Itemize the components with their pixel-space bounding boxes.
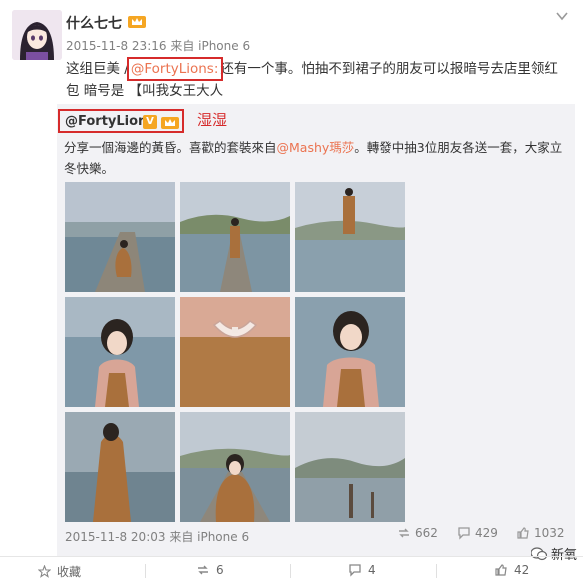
comment-icon — [349, 564, 361, 577]
mention-link[interactable]: @Mashy瑪莎 — [277, 140, 355, 155]
mention-link[interactable]: @FortyLions: — [126, 57, 223, 81]
favorite-button[interactable]: 收藏 — [38, 563, 81, 580]
handwritten-note: 湿湿 — [197, 111, 228, 129]
repost-text: 分享一個海邊的黃昏。喜歡的套裝來自@Mashy瑪莎。轉發中抽3位朋友各送一套，大… — [64, 137, 569, 179]
photo-thumbnail[interactable] — [65, 182, 175, 292]
repost-button[interactable]: 6 — [196, 563, 224, 577]
photo-thumbnail[interactable] — [65, 297, 175, 407]
like-count: 1032 — [534, 526, 565, 540]
comment-count: 429 — [475, 526, 498, 540]
favorite-label: 收藏 — [57, 565, 82, 579]
post-text-before: 这组巨美 / — [66, 61, 129, 77]
repost-meta: 2015-11-8 20:03 来自 iPhone 6 — [65, 530, 250, 544]
comment-count: 4 — [368, 563, 376, 577]
repost-count: 6 — [216, 563, 224, 577]
post-meta: 2015-11-8 23:16 来自 iPhone 6 — [66, 39, 251, 53]
repost-count-button[interactable]: 662 — [397, 526, 438, 540]
like-button[interactable]: 42 — [494, 563, 529, 577]
star-icon — [38, 565, 51, 578]
comment-count-button[interactable]: 429 — [457, 526, 498, 540]
divider — [145, 564, 146, 578]
photo-thumbnail[interactable] — [65, 412, 175, 522]
photo-thumbnail[interactable] — [295, 412, 405, 522]
repost-count: 662 — [415, 526, 438, 540]
member-badge-icon — [161, 115, 179, 129]
photo-thumbnail[interactable] — [180, 182, 290, 292]
chevron-down-icon[interactable] — [555, 8, 569, 22]
repost-text-before: 分享一個海邊的黃昏。喜歡的套裝來自 — [64, 140, 277, 155]
repost-card: @FortyLions V 湿湿 分享一個海邊的黃昏。喜歡的套裝來自@Mashy… — [57, 104, 575, 556]
divider — [436, 564, 437, 578]
divider — [290, 564, 291, 578]
weibo-post: 什么七七 2015-11-8 23:16 来自 iPhone 6 这组巨美 / @… — [0, 0, 583, 584]
author-name[interactable]: 什么七七 — [66, 13, 122, 33]
member-badge-icon — [128, 14, 146, 28]
action-bar: 收藏 6 4 42 — [0, 556, 583, 584]
comment-icon — [458, 527, 470, 540]
like-count: 42 — [514, 563, 530, 577]
thumbs-up-icon — [495, 564, 507, 576]
photo-thumbnail[interactable] — [180, 412, 290, 522]
post-text: 这组巨美 / @FortyLions: 还有一个事。怕抽不到裙子的朋友可以报暗号去店… — [66, 57, 566, 102]
thumbs-up-icon — [517, 527, 529, 539]
avatar[interactable] — [12, 10, 62, 60]
verified-badge-icon: V — [143, 115, 157, 129]
photo-thumbnail[interactable] — [295, 182, 405, 292]
photo-thumbnail[interactable] — [180, 297, 290, 407]
like-count-button[interactable]: 1032 — [516, 526, 565, 540]
comment-button[interactable]: 4 — [348, 563, 376, 577]
photo-grid — [65, 182, 405, 522]
photo-thumbnail[interactable] — [295, 297, 405, 407]
repost-icon — [198, 565, 208, 575]
repost-icon — [399, 528, 409, 538]
